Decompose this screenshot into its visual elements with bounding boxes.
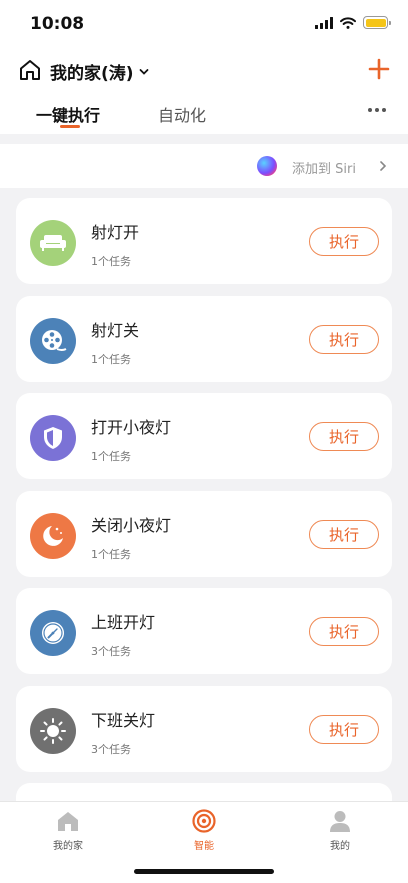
home-icon <box>20 60 40 80</box>
user-icon <box>330 811 350 832</box>
add-button[interactable] <box>366 56 392 82</box>
siri-label: 添加到 Siri <box>292 162 356 177</box>
scene-name: 关闭小夜灯 <box>91 516 172 535</box>
tab-profile[interactable]: 我的 <box>300 808 380 852</box>
home-title: 我的家(涛) <box>50 64 134 84</box>
scene-card[interactable]: 打开小夜灯 1个任务 执行 <box>16 393 392 479</box>
tab-label: 智能 <box>194 841 214 852</box>
tab-one-tap[interactable]: 一键执行 <box>36 102 100 126</box>
tab-automation[interactable]: 自动化 <box>158 102 206 126</box>
run-button[interactable]: 执行 <box>309 227 379 256</box>
scene-name: 上班开灯 <box>91 613 156 632</box>
more-options-button[interactable] <box>368 108 386 112</box>
shield-icon <box>30 415 76 461</box>
battery-icon <box>363 16 391 29</box>
scene-name: 下班关灯 <box>91 711 156 730</box>
run-button[interactable]: 执行 <box>309 715 379 744</box>
task-count: 1个任务 <box>91 353 131 366</box>
home-selector[interactable]: 我的家(涛) <box>50 59 150 84</box>
add-to-siri-row[interactable]: 添加到 Siri <box>0 144 408 188</box>
run-button[interactable]: 执行 <box>309 617 379 646</box>
scene-name: 射灯关 <box>91 321 140 340</box>
cellular-signal-icon <box>315 16 333 29</box>
tab-label: 我的 <box>330 841 350 852</box>
smart-scenes-screen: 10:08 我的家(涛) 一键执行 自动化 添加到 Siri 射灯开 1个任务 … <box>0 0 408 883</box>
siri-icon <box>257 156 277 176</box>
tab-label: 我的家 <box>53 841 83 852</box>
task-count: 1个任务 <box>91 450 131 463</box>
run-button[interactable]: 执行 <box>309 422 379 451</box>
film-reel-icon <box>30 318 76 364</box>
run-button[interactable]: 执行 <box>309 520 379 549</box>
scene-name: 打开小夜灯 <box>91 418 172 437</box>
tab-smart[interactable]: 智能 <box>164 808 244 852</box>
status-icons <box>315 16 391 29</box>
status-bar: 10:08 <box>0 0 408 48</box>
wifi-icon <box>340 16 356 29</box>
smart-icon <box>192 809 216 833</box>
status-time: 10:08 <box>30 14 85 34</box>
scene-tabs: 一键执行 自动化 <box>0 92 408 134</box>
moon-icon <box>30 513 76 559</box>
chevron-right-icon <box>380 161 387 171</box>
task-count: 3个任务 <box>91 743 131 756</box>
home-indicator <box>134 869 274 874</box>
task-count: 3个任务 <box>91 645 131 658</box>
scene-name: 射灯开 <box>91 223 140 242</box>
task-count: 1个任务 <box>91 548 131 561</box>
scene-card[interactable]: 下班关灯 3个任务 执行 <box>16 686 392 772</box>
scene-card[interactable]: 上班开灯 3个任务 执行 <box>16 588 392 674</box>
tab-my-home[interactable]: 我的家 <box>28 808 108 852</box>
home-icon <box>58 812 78 831</box>
sofa-icon <box>30 220 76 266</box>
header: 我的家(涛) <box>0 48 408 92</box>
sun-icon <box>30 708 76 754</box>
scene-card[interactable]: 射灯关 1个任务 执行 <box>16 296 392 382</box>
clock-icon <box>30 610 76 656</box>
chevron-down-icon <box>139 68 148 75</box>
run-button[interactable]: 执行 <box>309 325 379 354</box>
scene-card[interactable]: 关闭小夜灯 1个任务 执行 <box>16 491 392 577</box>
scene-card[interactable]: 射灯开 1个任务 执行 <box>16 198 392 284</box>
tab-underline <box>60 125 80 128</box>
task-count: 1个任务 <box>91 255 131 268</box>
